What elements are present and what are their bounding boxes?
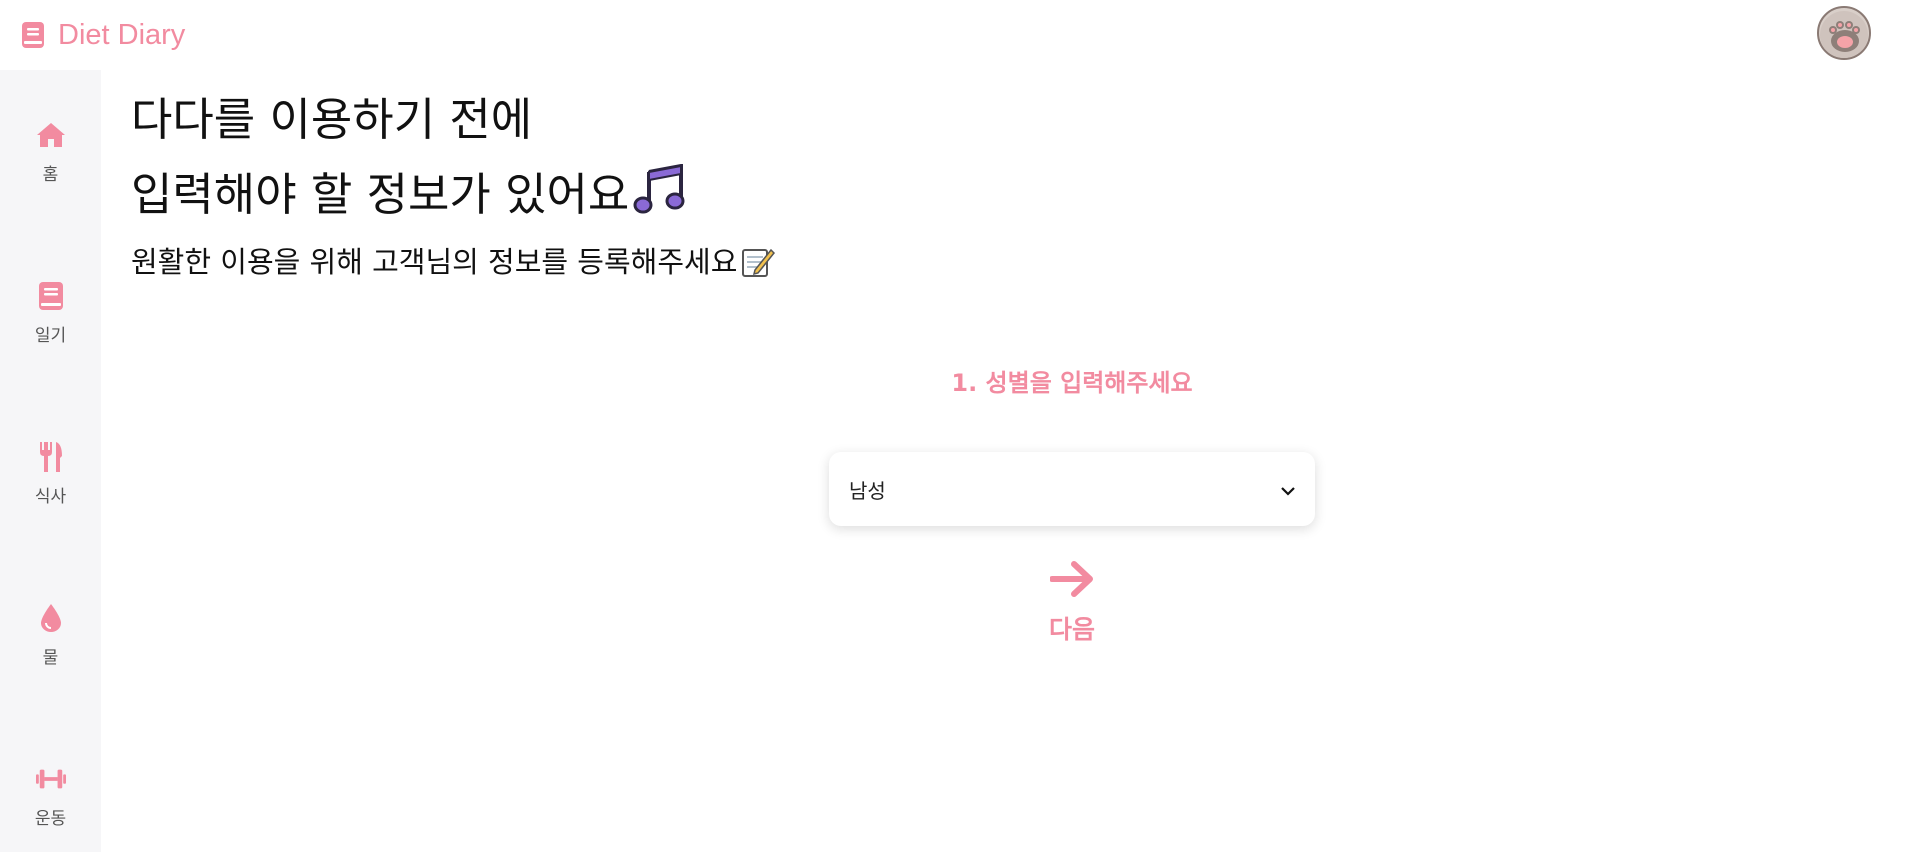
avatar[interactable]	[1817, 6, 1871, 60]
utensils-icon	[36, 442, 66, 472]
sidebar-item-diary[interactable]: 일기	[0, 281, 101, 371]
gender-select[interactable]: 남성	[829, 452, 1315, 526]
sidebar-item-exercise[interactable]: 운동	[0, 764, 101, 854]
top-bar: Diet Diary	[0, 0, 1914, 70]
arrow-right-icon	[1049, 560, 1094, 602]
book-icon	[36, 281, 66, 311]
book-icon	[22, 22, 44, 48]
app-title: Diet Diary	[58, 18, 186, 51]
intro-heading-line2: 입력해야 할 정보가 있어요	[131, 163, 689, 231]
sidebar-item-label: 홈	[42, 165, 59, 185]
next-button-label: 다음	[1048, 615, 1095, 644]
dumbbell-icon	[35, 764, 66, 794]
chevron-down-icon	[1281, 477, 1295, 501]
sidebar-item-label: 일기	[34, 326, 67, 346]
memo-emoji-icon	[741, 246, 776, 288]
sidebar-item-label: 식사	[34, 487, 67, 507]
sidebar-item-label: 운동	[34, 809, 67, 829]
intro-heading-line1: 다다를 이용하기 전에	[131, 93, 533, 146]
next-button[interactable]: 다음	[1032, 560, 1112, 646]
sidebar-item-home[interactable]: 홈	[0, 120, 101, 210]
intro-heading-line2-text: 입력해야 할 정보가 있어요	[131, 168, 630, 221]
brand[interactable]: Diet Diary	[22, 18, 185, 52]
sidebar-item-label: 물	[42, 648, 59, 668]
music-notes-emoji-icon	[633, 163, 689, 231]
step-title: 1. 성별을 입력해주세요	[951, 369, 1193, 397]
paw-avatar-icon	[1820, 11, 1868, 58]
home-icon	[36, 120, 66, 150]
intro-subtitle-text: 원활한 이용을 위해 고객님의 정보를 등록해주세요	[131, 245, 738, 279]
intro-subtitle: 원활한 이용을 위해 고객님의 정보를 등록해주세요	[131, 242, 776, 288]
sidebar: 홈 일기 식사 물 운동	[0, 70, 101, 852]
water-drop-icon	[36, 603, 66, 633]
sidebar-item-meal[interactable]: 식사	[0, 442, 101, 532]
gender-select-value: 남성	[849, 478, 886, 503]
sidebar-item-water[interactable]: 물	[0, 603, 101, 693]
